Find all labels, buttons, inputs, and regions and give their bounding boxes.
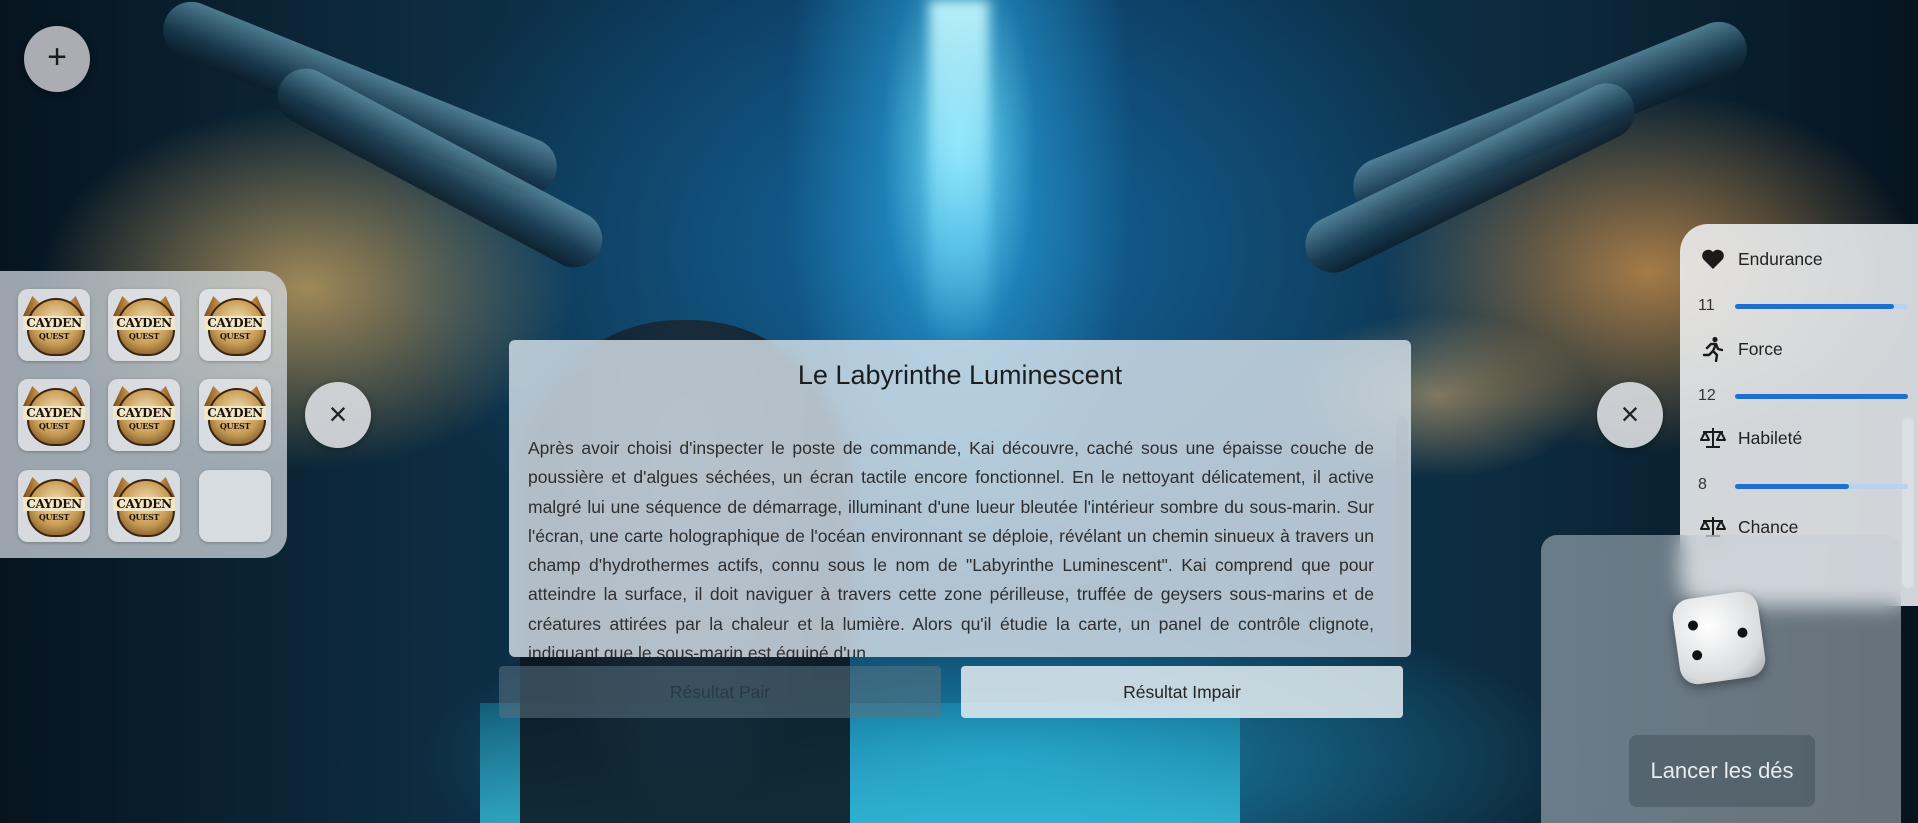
inventory-item[interactable]: CAYDEN QUEST bbox=[18, 289, 90, 361]
badge-title: CAYDEN bbox=[113, 316, 175, 330]
inventory-close-button[interactable]: × bbox=[305, 382, 371, 448]
story-text: Après avoir choisi d'inspecter le poste … bbox=[528, 438, 1374, 657]
badge-title: CAYDEN bbox=[113, 497, 175, 511]
balance-icon bbox=[1700, 425, 1726, 451]
badge-title: CAYDEN bbox=[23, 406, 85, 420]
badge-subtitle: QUEST bbox=[38, 512, 70, 522]
inventory-item[interactable]: CAYDEN QUEST bbox=[199, 289, 271, 361]
light-beam bbox=[929, 0, 989, 340]
stat-force: Force bbox=[1700, 336, 1783, 362]
choice-even-button[interactable]: Résultat Pair bbox=[499, 666, 941, 718]
stat-habilete: Habileté bbox=[1700, 425, 1802, 451]
badge-subtitle: QUEST bbox=[128, 331, 160, 341]
cayden-quest-badge-icon: CAYDEN QUEST bbox=[204, 384, 266, 446]
heart-icon bbox=[1700, 246, 1726, 272]
endurance-slider[interactable] bbox=[1735, 304, 1908, 309]
running-icon bbox=[1700, 336, 1726, 362]
stat-value: 11 bbox=[1698, 297, 1715, 314]
cayden-quest-badge-icon: CAYDEN QUEST bbox=[204, 294, 266, 356]
habilete-slider[interactable] bbox=[1735, 484, 1908, 489]
badge-title: CAYDEN bbox=[204, 406, 266, 420]
cayden-quest-badge-icon: CAYDEN QUEST bbox=[23, 475, 85, 537]
choice-odd-button[interactable]: Résultat Impair bbox=[961, 666, 1403, 718]
badge-subtitle: QUEST bbox=[219, 331, 251, 341]
stats-close-button[interactable]: × bbox=[1597, 382, 1663, 448]
stat-label: Habileté bbox=[1738, 427, 1803, 448]
badge-subtitle: QUEST bbox=[128, 512, 160, 522]
badge-subtitle: QUEST bbox=[128, 421, 160, 431]
badge-title: CAYDEN bbox=[23, 497, 85, 511]
stat-label: Endurance bbox=[1738, 248, 1823, 269]
cayden-quest-badge-icon: CAYDEN QUEST bbox=[23, 384, 85, 446]
badge-subtitle: QUEST bbox=[219, 421, 251, 431]
dice-panel: Lancer les dés bbox=[1541, 535, 1901, 823]
cayden-quest-badge-icon: CAYDEN QUEST bbox=[113, 294, 175, 356]
inventory-slot-empty[interactable] bbox=[199, 470, 271, 542]
habilete-slider-fill bbox=[1735, 484, 1850, 489]
die bbox=[1670, 589, 1768, 687]
badge-subtitle: QUEST bbox=[38, 421, 70, 431]
inventory-item[interactable]: CAYDEN QUEST bbox=[108, 289, 180, 361]
story-panel: Le Labyrinthe Luminescent Après avoir ch… bbox=[509, 340, 1411, 657]
inventory-item[interactable]: CAYDEN QUEST bbox=[108, 470, 180, 542]
cayden-quest-badge-icon: CAYDEN QUEST bbox=[23, 294, 85, 356]
endurance-slider-fill bbox=[1735, 304, 1895, 309]
cayden-quest-badge-icon: CAYDEN QUEST bbox=[113, 475, 175, 537]
stat-endurance: Endurance bbox=[1700, 246, 1823, 272]
die-pip bbox=[1691, 649, 1703, 661]
inventory-item[interactable]: CAYDEN QUEST bbox=[18, 379, 90, 451]
die-pip bbox=[1736, 627, 1749, 639]
badge-title: CAYDEN bbox=[23, 316, 85, 330]
stat-label: Force bbox=[1738, 338, 1783, 359]
story-title: Le Labyrinthe Luminescent bbox=[797, 360, 1123, 390]
inventory-item[interactable]: CAYDEN QUEST bbox=[18, 470, 90, 542]
inventory-item[interactable]: CAYDEN QUEST bbox=[199, 379, 271, 451]
force-slider-fill bbox=[1735, 394, 1908, 399]
inventory-item[interactable]: CAYDEN QUEST bbox=[108, 379, 180, 451]
force-slider[interactable] bbox=[1735, 394, 1908, 399]
add-button[interactable]: + bbox=[24, 26, 90, 92]
badge-title: CAYDEN bbox=[204, 316, 266, 330]
story-scrollbar-track[interactable] bbox=[1396, 416, 1408, 656]
stat-value: 12 bbox=[1698, 387, 1716, 404]
badge-subtitle: QUEST bbox=[38, 331, 70, 341]
roll-dice-button[interactable]: Lancer les dés bbox=[1629, 735, 1815, 807]
badge-title: CAYDEN bbox=[113, 406, 175, 420]
die-pip bbox=[1687, 619, 1699, 632]
inventory-panel: CAYDEN QUEST CAYDEN QUEST CAYDEN QUEST CAYDEN Q… bbox=[0, 271, 287, 558]
cayden-quest-badge-icon: CAYDEN QUEST bbox=[113, 384, 175, 446]
stat-value: 8 bbox=[1698, 476, 1707, 493]
